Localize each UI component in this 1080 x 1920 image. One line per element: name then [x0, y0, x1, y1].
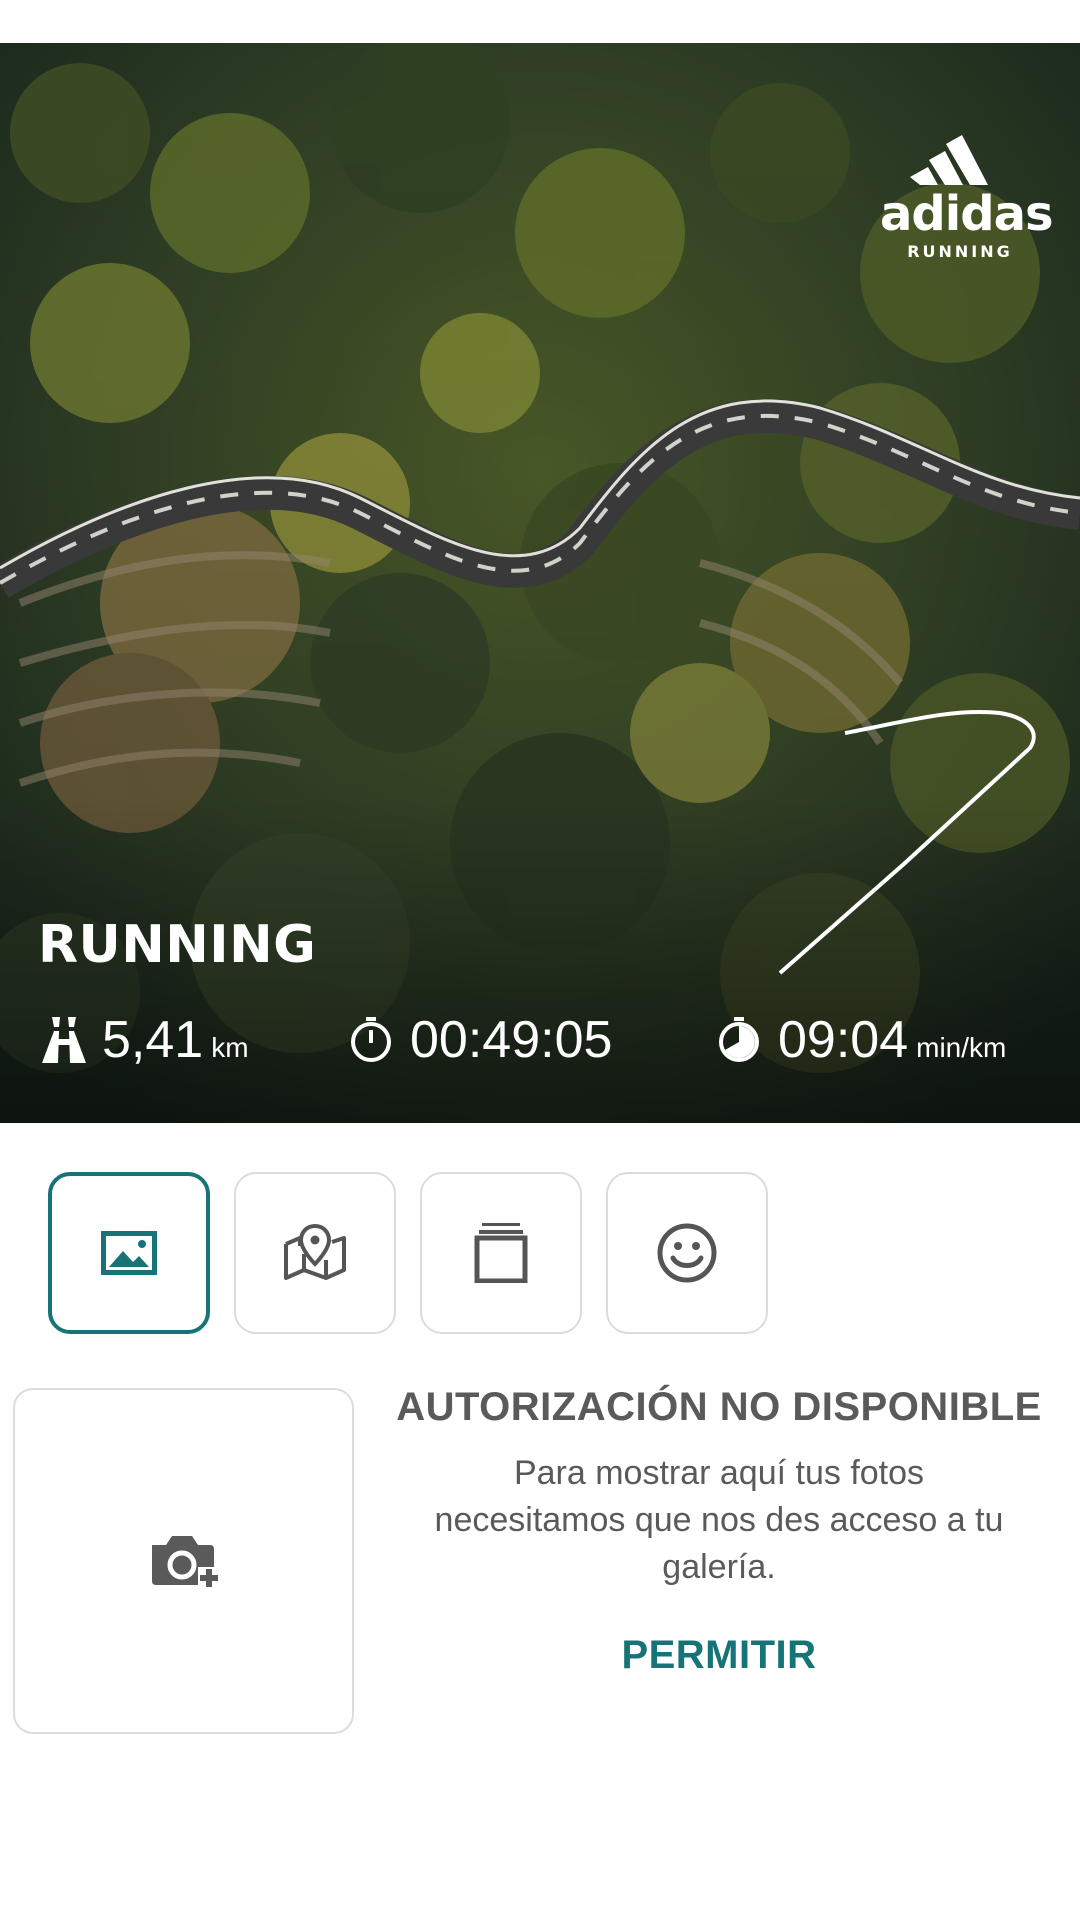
smiley-icon	[657, 1223, 717, 1283]
tab-photo[interactable]	[48, 1172, 210, 1334]
map-icon	[284, 1224, 346, 1280]
distance-value: 5,41	[102, 1011, 204, 1069]
gallery-permission-panel: AUTORIZACIÓN NO DISPONIBLE Para mostrar …	[376, 1385, 1062, 1678]
tab-layers[interactable]	[420, 1172, 582, 1334]
brand-subtitle: RUNNING	[907, 242, 1013, 261]
brand-wordmark: adidas	[880, 186, 1054, 242]
distance-stat: 5,41 km	[42, 1010, 249, 1070]
duration-value: 00:49:05	[410, 1011, 613, 1069]
share-screen: adidas RUNNING RUNNING 5,41 km 00:49:05 …	[0, 0, 1080, 1920]
pace-value: 09:04	[778, 1011, 909, 1069]
pace-icon	[719, 1017, 759, 1062]
pace-unit: min/km	[916, 1032, 1007, 1063]
stopwatch-icon	[351, 1017, 391, 1062]
tab-map[interactable]	[234, 1172, 396, 1334]
adidas-stripes-icon	[910, 135, 988, 185]
activity-photo: adidas RUNNING RUNNING	[0, 43, 1080, 1123]
duration-stat: 00:49:05	[348, 1010, 612, 1070]
image-icon	[101, 1231, 157, 1275]
pace-stat: 09:04 min/km	[716, 1010, 1006, 1070]
share-tabs	[48, 1172, 768, 1334]
adidas-running-logo: adidas RUNNING	[880, 125, 1054, 261]
activity-type: RUNNING	[38, 915, 317, 975]
camera-add-icon	[151, 1536, 220, 1589]
layers-icon	[474, 1223, 528, 1283]
activity-stats: 5,41 km 00:49:05 09:04 min/km	[0, 1010, 1080, 1090]
distance-unit: km	[211, 1032, 249, 1063]
permission-heading: AUTORIZACIÓN NO DISPONIBLE	[396, 1385, 1042, 1429]
permission-message: Para mostrar aquí tus fotos necesitamos …	[434, 1454, 1004, 1586]
tab-sticker[interactable]	[606, 1172, 768, 1334]
road-icon	[42, 1017, 86, 1063]
add-photo-tile[interactable]	[13, 1388, 354, 1734]
allow-button[interactable]: PERMITIR	[621, 1633, 816, 1678]
